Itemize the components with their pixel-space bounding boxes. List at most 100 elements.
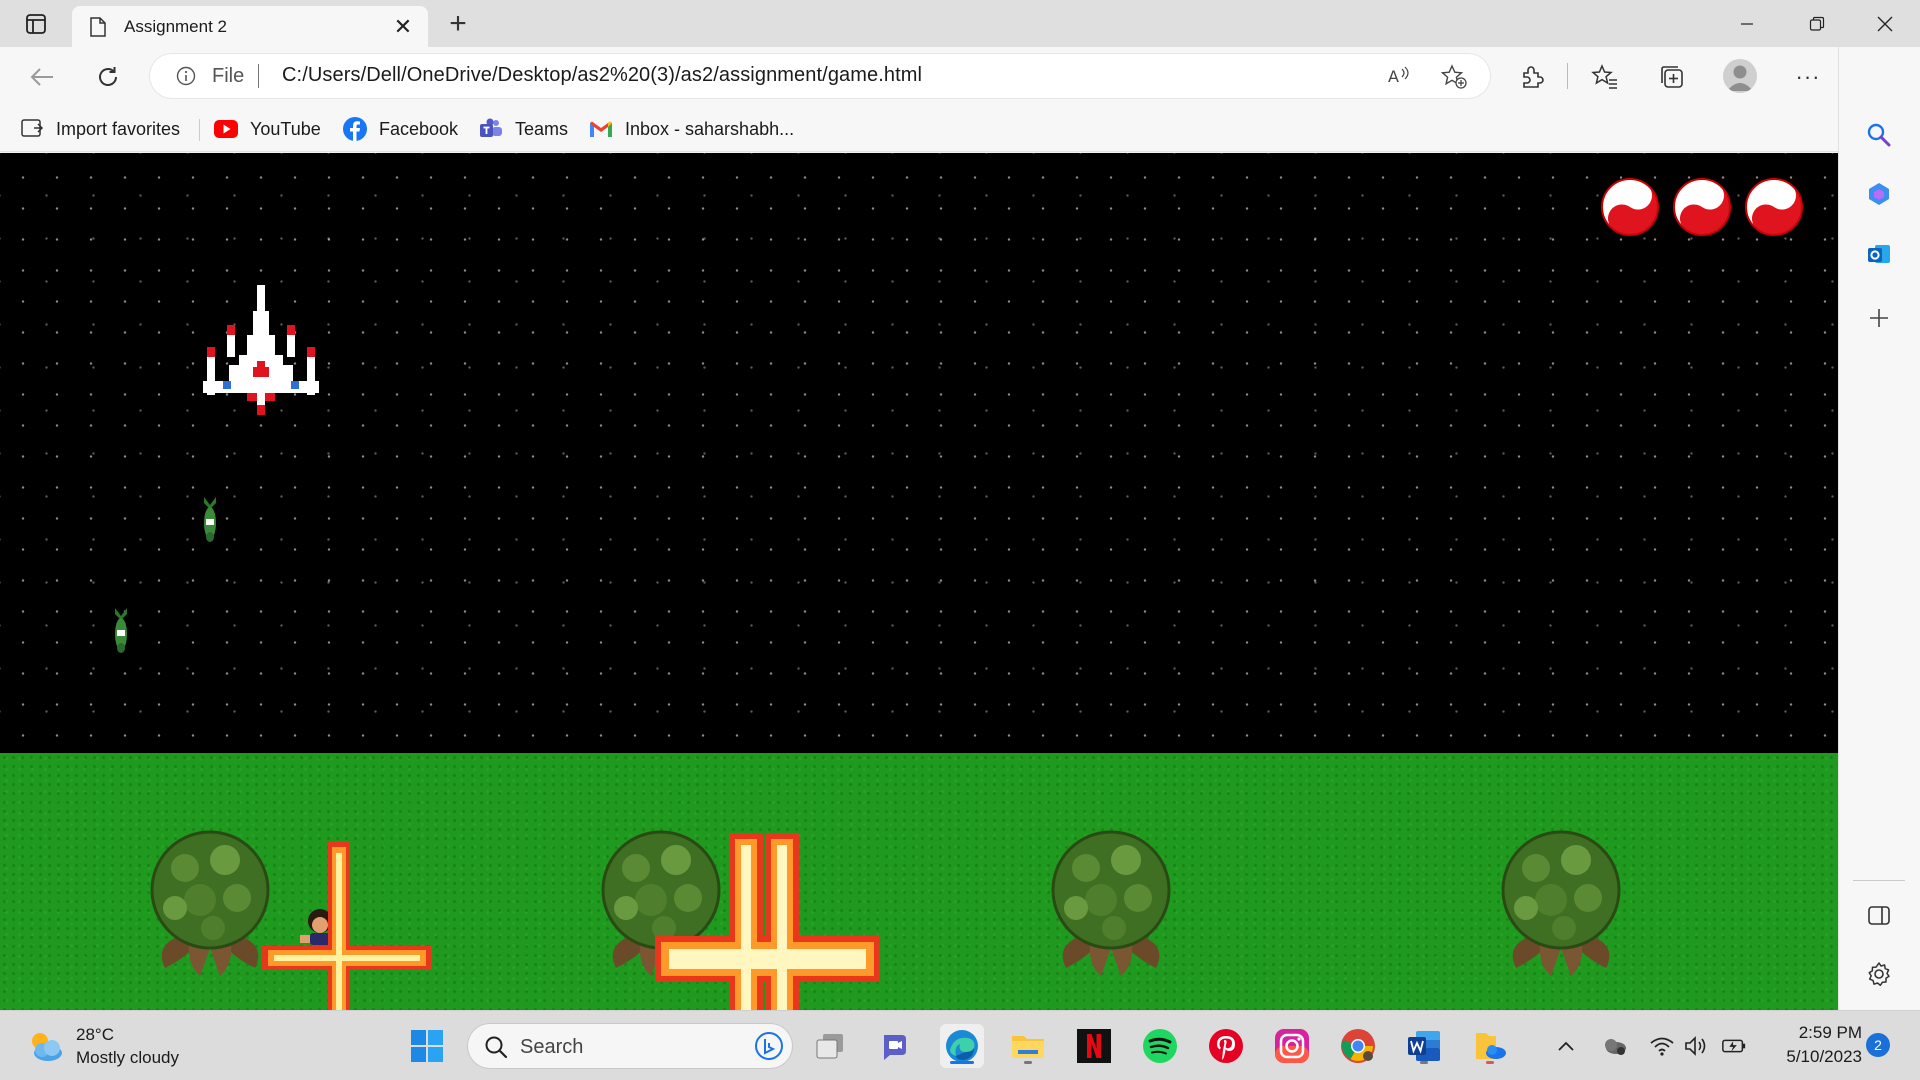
gmail-icon bbox=[589, 117, 613, 141]
search-icon bbox=[485, 1036, 508, 1059]
outlook-icon bbox=[1868, 245, 1890, 263]
taskbar-instagram-button[interactable] bbox=[1270, 1024, 1314, 1068]
life-orb-icon bbox=[1673, 178, 1731, 236]
url-text[interactable]: C:/Users/Dell/OneDrive/Desktop/as2%20(3)… bbox=[282, 64, 922, 87]
taskbar-edge-button[interactable] bbox=[940, 1024, 984, 1068]
close-icon bbox=[1877, 16, 1893, 31]
chevron-up-icon bbox=[1558, 1041, 1574, 1051]
chrome-icon bbox=[1341, 1029, 1375, 1063]
back-button[interactable] bbox=[22, 57, 62, 97]
settings-and-more-button[interactable]: ··· bbox=[1792, 61, 1824, 93]
minimize-button[interactable] bbox=[1712, 0, 1782, 47]
favorites-star-icon bbox=[1591, 64, 1617, 89]
enemy-bomb-sprite bbox=[115, 608, 127, 653]
sidebar-add-button[interactable] bbox=[1859, 298, 1899, 338]
enemy-spaceship-sprite bbox=[203, 285, 319, 415]
meet-icon bbox=[884, 1035, 906, 1060]
edge-icon bbox=[946, 1030, 978, 1062]
plus-icon bbox=[1870, 309, 1888, 327]
browser-title-bar: Assignment 2 ✕ + bbox=[0, 0, 1920, 47]
taskbar-pinterest-button[interactable] bbox=[1204, 1024, 1248, 1068]
taskbar-meet-button[interactable] bbox=[874, 1024, 918, 1068]
avatar-icon bbox=[1727, 65, 1753, 91]
notification-badge[interactable]: 2 bbox=[1866, 1033, 1890, 1057]
tab-title: Assignment 2 bbox=[124, 16, 227, 36]
read-aloud-icon[interactable]: A bbox=[1386, 64, 1412, 88]
favorite-label: Inbox - saharshabh... bbox=[625, 118, 795, 139]
show-hidden-icons-button[interactable] bbox=[1553, 1033, 1579, 1059]
import-favorites-icon bbox=[20, 117, 44, 141]
favorite-youtube[interactable]: YouTube bbox=[214, 115, 321, 143]
search-icon bbox=[1867, 123, 1891, 147]
sidebar-split-screen-button[interactable] bbox=[1859, 896, 1899, 936]
starfield-background bbox=[0, 153, 1838, 753]
taskbar-onedrive-folder-button[interactable] bbox=[1468, 1024, 1512, 1068]
close-window-button[interactable] bbox=[1850, 0, 1920, 47]
taskbar-search-box[interactable]: Search bbox=[468, 1024, 792, 1068]
address-scheme-label: File bbox=[212, 65, 245, 87]
taskbar-word-button[interactable] bbox=[1402, 1024, 1446, 1068]
tab-assignment-2[interactable]: Assignment 2 ✕ bbox=[72, 6, 428, 47]
taskbar-netflix-button[interactable] bbox=[1072, 1024, 1116, 1068]
favorite-label: YouTube bbox=[250, 118, 321, 139]
favorite-gmail-inbox[interactable]: Inbox - saharshabh... bbox=[589, 115, 794, 143]
volume-tray-button[interactable] bbox=[1683, 1033, 1709, 1059]
life-orb-icon bbox=[1745, 178, 1803, 236]
page-icon bbox=[90, 16, 106, 37]
add-favorite-icon[interactable] bbox=[1440, 63, 1468, 91]
sidebar-outlook-button[interactable] bbox=[1859, 234, 1899, 274]
refresh-button[interactable] bbox=[88, 57, 128, 97]
taskbar-chrome-button[interactable] bbox=[1336, 1024, 1380, 1068]
favorite-label: Facebook bbox=[379, 118, 459, 139]
system-clock[interactable]: 2:59 PM 5/10/2023 bbox=[1766, 1021, 1862, 1069]
weather-widget[interactable]: 28°C Mostly cloudy bbox=[26, 1023, 226, 1071]
split-screen-icon bbox=[1868, 906, 1890, 925]
lives-indicator bbox=[1600, 177, 1810, 237]
enemy-bomb-sprite bbox=[204, 497, 216, 542]
extensions-button[interactable] bbox=[1516, 61, 1548, 93]
active-app-indicator bbox=[950, 1061, 974, 1064]
favorite-label: Teams bbox=[515, 118, 569, 139]
favorite-import-favorites[interactable]: Import favorites bbox=[20, 115, 180, 143]
running-app-indicator bbox=[1486, 1061, 1494, 1064]
start-button[interactable] bbox=[405, 1024, 449, 1068]
task-view-button[interactable] bbox=[808, 1024, 852, 1068]
favorite-teams[interactable]: Teams bbox=[479, 115, 568, 143]
favorites-bar: Import favorites YouTube Facebook Teams … bbox=[0, 105, 1838, 152]
temperature-text: 28°C bbox=[76, 1025, 114, 1044]
favorite-facebook[interactable]: Facebook bbox=[343, 115, 458, 143]
sidebar-copilot-button[interactable] bbox=[1859, 174, 1899, 214]
gear-icon bbox=[1868, 962, 1890, 987]
instagram-icon bbox=[1275, 1029, 1309, 1063]
network-tray-button[interactable] bbox=[1649, 1033, 1675, 1059]
address-bar[interactable]: File C:/Users/Dell/OneDrive/Desktop/as2%… bbox=[150, 54, 1490, 98]
game-canvas[interactable] bbox=[0, 153, 1838, 1010]
tab-actions-icon bbox=[26, 14, 46, 34]
favorites-button[interactable] bbox=[1589, 61, 1621, 93]
wifi-icon bbox=[1650, 1037, 1674, 1056]
clock-time: 2:59 PM bbox=[1798, 1023, 1862, 1042]
toolbar-separator bbox=[1567, 63, 1568, 89]
profile-avatar[interactable] bbox=[1723, 59, 1757, 93]
svg-text:A: A bbox=[1388, 67, 1399, 86]
spotify-icon bbox=[1143, 1029, 1177, 1063]
new-tab-button[interactable]: + bbox=[440, 7, 476, 40]
edge-sidebar bbox=[1838, 47, 1920, 1010]
site-info-icon[interactable] bbox=[176, 66, 196, 86]
onedrive-tray-button[interactable] bbox=[1601, 1033, 1627, 1059]
file-explorer-icon bbox=[1012, 1036, 1044, 1058]
taskbar-spotify-button[interactable] bbox=[1138, 1024, 1182, 1068]
sidebar-settings-button[interactable] bbox=[1859, 954, 1899, 994]
life-orb-icon bbox=[1601, 178, 1659, 236]
sidebar-search-button[interactable] bbox=[1859, 115, 1899, 155]
clock-date: 5/10/2023 bbox=[1786, 1047, 1862, 1066]
restore-button[interactable] bbox=[1782, 0, 1852, 47]
close-tab-icon[interactable]: ✕ bbox=[388, 12, 418, 42]
refresh-icon bbox=[99, 67, 117, 86]
battery-tray-button[interactable] bbox=[1721, 1033, 1747, 1059]
taskbar-file-explorer-button[interactable] bbox=[1006, 1024, 1050, 1068]
collections-icon bbox=[1661, 66, 1683, 88]
collections-button[interactable] bbox=[1656, 61, 1688, 93]
tab-actions-button[interactable] bbox=[14, 8, 58, 40]
back-arrow-icon bbox=[30, 68, 53, 86]
